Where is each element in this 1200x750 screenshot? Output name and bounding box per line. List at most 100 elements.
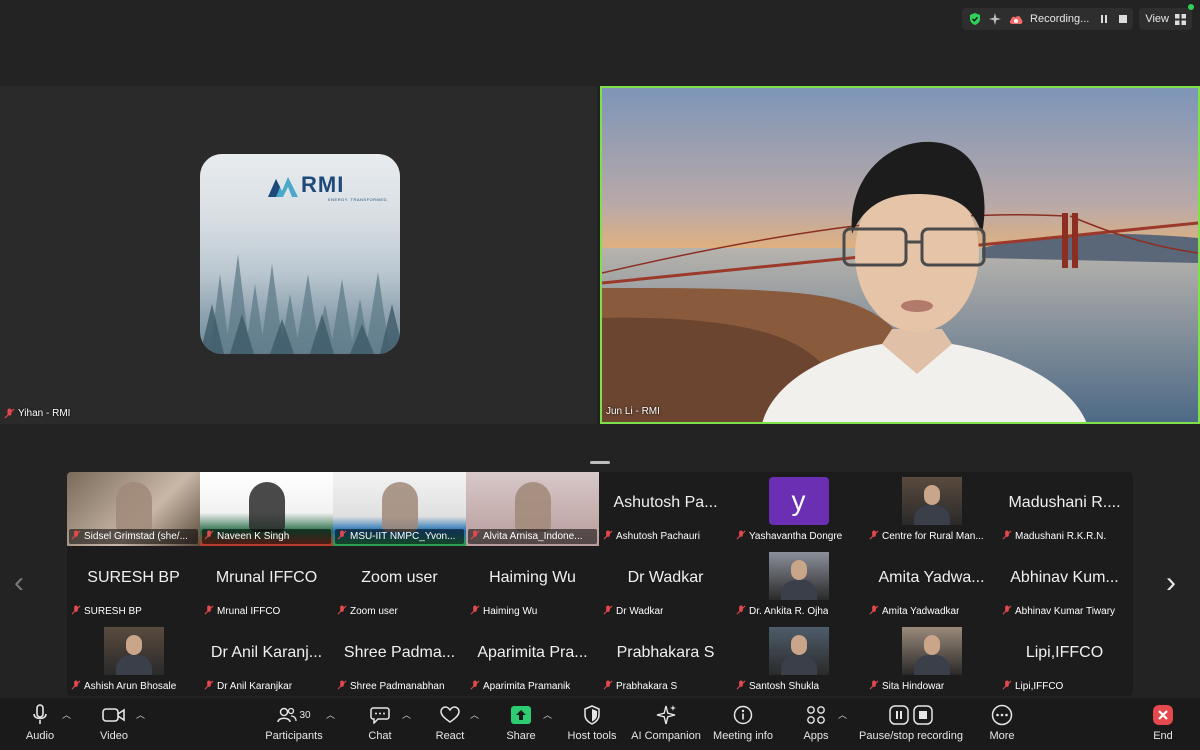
avatar-head <box>923 635 940 655</box>
participant-tile[interactable]: Sidsel Grimstad (she/... <box>67 472 200 546</box>
recording-status[interactable]: Recording... <box>962 8 1134 30</box>
video-tile-yihan[interactable]: RMI ENERGY. TRANSFORMED. Yihan - RMI <box>0 86 597 424</box>
share-label: Share <box>506 730 536 742</box>
avatar <box>901 627 962 675</box>
participant-video-feed <box>115 482 152 532</box>
end-call-icon <box>1153 705 1173 725</box>
mic-muted-icon <box>603 680 613 693</box>
participant-name: Santosh Shukla <box>749 681 820 692</box>
participant-tile[interactable]: Madushani R.... Madushani R.K.R.N. <box>998 472 1131 546</box>
video-tile-jun-li[interactable]: Jun Li - RMI <box>600 86 1200 424</box>
participant-name: Dr. Ankita R. Ojha <box>749 606 829 617</box>
participant-tile[interactable]: MSU-IIT NMPC_Yvon... <box>333 472 466 546</box>
mic-muted-icon <box>204 530 214 543</box>
participant-tile[interactable]: Shree Padma... Shree Padmanabhan <box>333 622 466 696</box>
pause-icon[interactable] <box>1101 15 1108 23</box>
participant-tile[interactable]: Ashish Arun Bhosale <box>67 622 200 696</box>
rmi-tagline: ENERGY. TRANSFORMED. <box>328 197 389 202</box>
pause-stop-recording-button[interactable]: Pause/stop recording <box>859 702 963 742</box>
participant-display-name: Ashutosh Pa... <box>613 494 718 511</box>
participant-tile[interactable]: Dr Anil Karanj... Dr Anil Karanjkar <box>200 622 333 696</box>
rmi-logo: RMI <box>268 172 344 198</box>
mic-muted-icon <box>869 530 879 543</box>
participant-display-name: Prabhakara S <box>616 644 715 661</box>
participant-tile[interactable]: Lipi,IFFCO Lipi,IFFCO <box>998 622 1131 696</box>
participant-name: Amita Yadwadkar <box>882 606 960 617</box>
participant-name: Centre for Rural Man... <box>882 531 984 542</box>
participant-tile[interactable]: y Yashavantha Dongre <box>732 472 865 546</box>
avatar-head <box>790 560 807 580</box>
gallery-next-arrow[interactable]: › <box>1166 566 1176 600</box>
stop-icon <box>913 705 933 725</box>
participant-display-name: Amita Yadwa... <box>878 569 985 586</box>
participant-tile[interactable]: Mrunal IFFCO Mrunal IFFCO <box>200 547 333 621</box>
participant-display-name: Zoom user <box>361 569 438 586</box>
participant-tile[interactable]: Sita Hindowar <box>865 622 998 696</box>
status-dot <box>1188 4 1194 10</box>
apps-button[interactable]: Apps <box>771 702 861 742</box>
mic-muted-icon <box>71 680 81 693</box>
participant-name-label: Ashish Arun Bhosale <box>71 680 196 693</box>
participant-tile[interactable]: Ashutosh Pa... Ashutosh Pachauri <box>599 472 732 546</box>
participant-name: Ashutosh Pachauri <box>616 531 700 542</box>
participant-tile[interactable]: Centre for Rural Man... <box>865 472 998 546</box>
end-button[interactable]: End <box>1118 702 1200 742</box>
participant-tile[interactable]: Santosh Shukla <box>732 622 865 696</box>
participant-display-name: Madushani R.... <box>1008 494 1121 511</box>
participant-name-label: Santosh Shukla <box>736 680 861 693</box>
participant-name: Prabhakara S <box>616 681 678 692</box>
video-options-caret[interactable]: ︿ <box>136 708 145 721</box>
participant-tile[interactable]: Dr. Ankita R. Ojha <box>732 547 865 621</box>
participant-name-label: Amita Yadwadkar <box>869 605 994 618</box>
apps-options-caret[interactable]: ︿ <box>838 708 847 721</box>
participant-tile[interactable]: SURESH BP SURESH BP <box>67 547 200 621</box>
participant-tile[interactable]: Abhinav Kum... Abhinav Kumar Tiwary <box>998 547 1131 621</box>
avatar-body <box>780 580 817 600</box>
participants-count: 30 <box>299 709 311 721</box>
participant-name: Yihan - RMI <box>18 408 71 419</box>
participant-name-label: Haiming Wu <box>470 605 595 618</box>
participant-tile[interactable]: Dr Wadkar Dr Wadkar <box>599 547 732 621</box>
participant-tile[interactable]: Zoom user Zoom user <box>333 547 466 621</box>
mic-muted-icon <box>603 530 613 543</box>
participant-name-label: Naveen K Singh <box>202 529 331 544</box>
participant-name: Dr Anil Karanjkar <box>217 681 293 692</box>
participant-tile[interactable]: Alvita Arnisa_Indone... <box>466 472 599 546</box>
gallery-resize-handle[interactable] <box>590 461 610 464</box>
participant-name: Dr Wadkar <box>616 606 664 617</box>
participant-name: SURESH BP <box>84 606 142 617</box>
participant-gallery: Sidsel Grimstad (she/... Naveen K Singh MS… <box>67 472 1133 696</box>
mic-muted-icon <box>869 680 879 693</box>
apps-icon <box>807 706 825 724</box>
participant-name: Haiming Wu <box>483 606 538 617</box>
more-button[interactable]: More <box>957 702 1047 742</box>
stop-icon[interactable] <box>1119 15 1128 23</box>
participant-display-name: Haiming Wu <box>489 569 576 586</box>
participant-tile[interactable]: Aparimita Pra... Aparimita Pramanik <box>466 622 599 696</box>
mic-muted-icon <box>4 408 15 419</box>
avatar: y <box>768 477 829 525</box>
grid-view-icon <box>1175 13 1186 25</box>
participant-name: Shree Padmanabhan <box>350 681 445 692</box>
participant-tile[interactable]: Prabhakara S Prabhakara S <box>599 622 732 696</box>
mic-muted-icon <box>470 530 480 543</box>
participant-name-label: Mrunal IFFCO <box>204 605 329 618</box>
participant-name: Jun Li - RMI <box>606 406 660 417</box>
mic-muted-icon <box>736 680 746 693</box>
participant-name: Naveen K Singh <box>217 531 290 542</box>
participant-display-name: SURESH BP <box>87 569 180 586</box>
participants-label: Participants <box>265 730 323 742</box>
participant-tile[interactable]: Naveen K Singh <box>200 472 333 546</box>
participants-options-caret[interactable]: ︿ <box>326 708 335 721</box>
tile-name-label: Jun Li - RMI <box>606 406 660 417</box>
ai-sparkle-icon <box>656 705 676 725</box>
participant-tile[interactable]: Haiming Wu Haiming Wu <box>466 547 599 621</box>
participant-tile[interactable]: Amita Yadwa... Amita Yadwadkar <box>865 547 998 621</box>
participant-name-label: Sidsel Grimstad (she/... <box>69 529 198 544</box>
participant-name: Alvita Arnisa_Indone... <box>483 531 583 542</box>
participant-name: Abhinav Kumar Tiwary <box>1015 606 1116 617</box>
gallery-prev-arrow[interactable]: ‹ <box>14 566 24 600</box>
video-button[interactable]: Video <box>69 702 159 742</box>
participant-name-label: Ashutosh Pachauri <box>603 530 728 543</box>
view-button[interactable]: View <box>1139 4 1194 30</box>
